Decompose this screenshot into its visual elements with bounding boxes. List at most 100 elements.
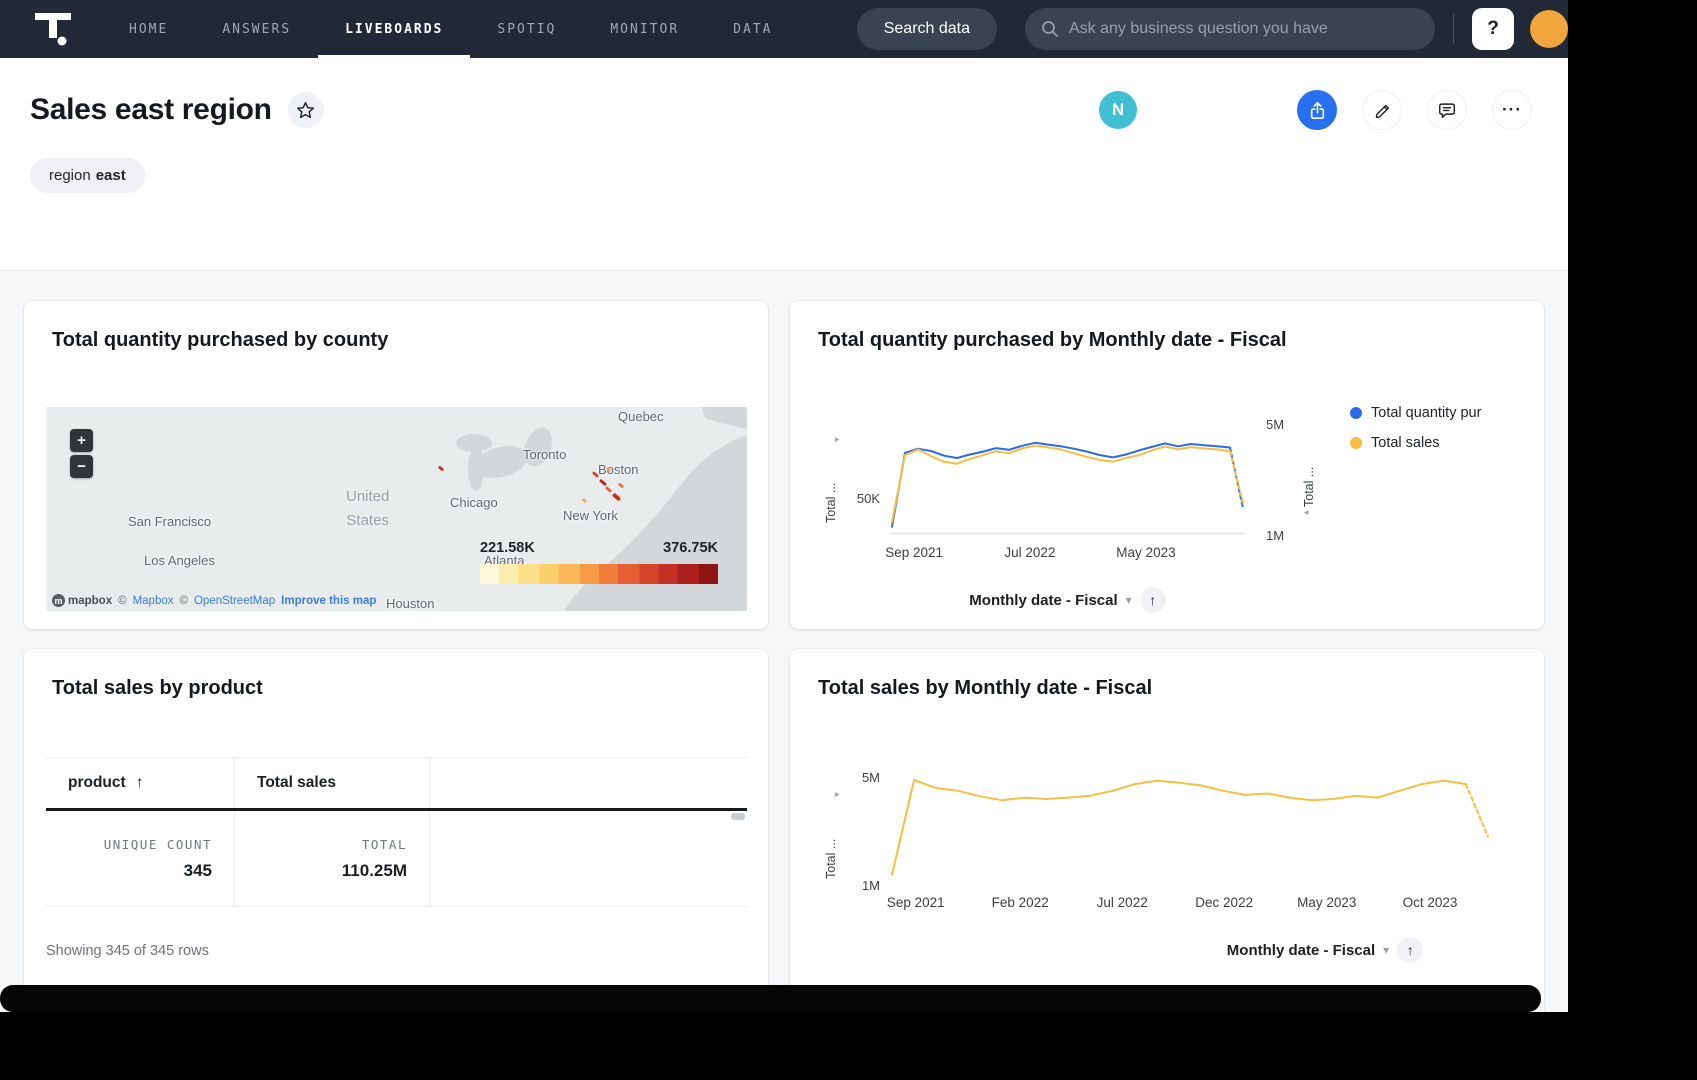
copyright: © — [180, 595, 188, 607]
filter-chip-region[interactable]: region east — [30, 158, 145, 193]
x-axis-tick: Oct 2023 — [1403, 895, 1458, 910]
map-zoom-out-button[interactable]: − — [70, 455, 93, 478]
horizontal-scrollbar-thumb[interactable] — [731, 813, 745, 820]
mapbox-logo[interactable]: m mapbox — [52, 594, 112, 607]
bottom-bar — [0, 985, 1541, 1012]
legend-item[interactable]: Total quantity pur — [1350, 405, 1481, 421]
card-map-quantity-by-county: Total quantity purchased by county Quebe… — [24, 301, 768, 629]
map-canvas[interactable]: QuebecTorontoBostonChicagoNew YorkSan Fr… — [46, 407, 747, 611]
nav-item-monitor[interactable]: MONITOR — [583, 0, 706, 58]
screen: HOMEANSWERSLIVEBOARDSSPOTIQMONITORDATA S… — [0, 0, 1697, 1080]
sort-direction-button[interactable]: ↑ — [1140, 587, 1166, 613]
left-axis-title[interactable]: Total ... — [824, 807, 838, 879]
nav-item-spotiq[interactable]: SPOTIQ — [470, 0, 583, 58]
more-options-button[interactable]: ··· — [1492, 90, 1532, 130]
ask-question-box[interactable] — [1025, 8, 1435, 50]
x-axis-tick: Feb 2022 — [992, 895, 1049, 910]
map-attribution: m mapbox © Mapbox © OpenStreetMap Improv… — [52, 594, 376, 607]
collaborator-avatar[interactable]: N — [1099, 91, 1137, 129]
map-zoom-in-button[interactable]: + — [70, 429, 93, 452]
liveboard-grid: Total quantity purchased by county Quebe… — [0, 270, 1568, 1012]
edit-button[interactable] — [1362, 90, 1402, 130]
card-title: Total sales by product — [52, 677, 263, 700]
right-axis-tick-top: 5M — [1266, 417, 1284, 432]
nav-menu: HOMEANSWERSLIVEBOARDSSPOTIQMONITORDATA — [102, 0, 799, 58]
search-icon — [1041, 20, 1059, 38]
comment-icon — [1437, 100, 1457, 120]
chevron-down-icon[interactable]: ▾ — [1126, 593, 1132, 607]
app-window: HOMEANSWERSLIVEBOARDSSPOTIQMONITORDATA S… — [0, 0, 1568, 1012]
left-axis-title[interactable]: Total ... — [824, 451, 838, 523]
summary-label-unique-count: UNIQUE COUNT — [104, 837, 212, 852]
star-icon — [296, 101, 315, 120]
x-axis-tick: Dec 2022 — [1195, 895, 1253, 910]
chevron-down-icon[interactable]: ▾ — [1383, 943, 1389, 957]
thoughtspot-logo-icon — [31, 10, 75, 48]
nav-right: Search data ? — [857, 0, 1568, 58]
map-color-scale — [480, 564, 718, 584]
share-icon — [1307, 100, 1328, 121]
x-axis-tick: Jul 2022 — [1097, 895, 1148, 910]
improve-map-link[interactable]: Improve this map — [281, 595, 376, 607]
x-axis-label[interactable]: Monthly date - Fiscal — [1227, 942, 1375, 959]
chart-legend: Total quantity pur Total sales — [1350, 405, 1481, 451]
right-axis-title[interactable]: Total ... — [1302, 441, 1316, 507]
filter-chip-value: east — [96, 167, 126, 184]
map-city-label: Los Angeles — [144, 553, 215, 568]
sales-line-chart[interactable] — [890, 763, 1490, 889]
x-axis-ticks: Sep 2021 Feb 2022 Jul 2022 Dec 2022 May 2023… — [890, 895, 1490, 913]
x-axis-tick: May 2023 — [1297, 895, 1356, 910]
column-header-product[interactable]: product ↑ — [46, 758, 235, 808]
header-actions: N — [1099, 90, 1532, 130]
card-quantity-by-month: Total quantity purchased by Monthly date… — [790, 301, 1544, 629]
left-axis-tick: 50K — [846, 491, 880, 506]
x-axis-label-row: Monthly date - Fiscal ▾ ↑ — [890, 587, 1245, 613]
map-country-label: United States — [346, 485, 389, 533]
mapbox-link[interactable]: Mapbox — [133, 595, 174, 607]
table-summary-row: UNIQUE COUNT 345 TOTAL 110.25M — [46, 811, 747, 907]
openstreetmap-link[interactable]: OpenStreetMap — [194, 595, 275, 607]
x-axis-tick: May 2023 — [1116, 545, 1175, 560]
copyright: © — [118, 595, 126, 607]
sort-direction-button[interactable]: ↑ — [1397, 937, 1423, 963]
legend-item[interactable]: Total sales — [1350, 435, 1481, 451]
map-city-label: Toronto — [523, 447, 566, 462]
x-axis-label-row: Monthly date - Fiscal ▾ ↑ — [1025, 937, 1544, 963]
map-city-label: San Francisco — [128, 514, 211, 529]
quantity-line-chart[interactable] — [890, 423, 1245, 535]
nav-item-answers[interactable]: ANSWERS — [195, 0, 318, 58]
left-axis-expand-icon[interactable]: ▸ — [835, 434, 840, 445]
map-city-label: New York — [563, 508, 618, 523]
summary-value-total: 110.25M — [342, 861, 407, 881]
favorite-button[interactable] — [288, 92, 324, 128]
search-data-button[interactable]: Search data — [857, 8, 997, 50]
nav-item-data[interactable]: DATA — [706, 0, 799, 58]
nav-item-home[interactable]: HOME — [102, 0, 195, 58]
sort-ascending-icon[interactable]: ↑ — [136, 774, 144, 792]
right-axis-expand-icon[interactable]: ◂ — [1304, 507, 1309, 518]
x-axis-ticks: Sep 2021Jul 2022May 2023 — [890, 545, 1245, 563]
ask-question-input[interactable] — [1069, 20, 1419, 38]
liveboard-header: Sales east region N — [0, 58, 1568, 270]
thoughtspot-logo[interactable] — [18, 0, 88, 58]
left-axis-tick-top: 5M — [846, 770, 880, 785]
summary-value-unique-count: 345 — [184, 861, 212, 881]
share-button[interactable] — [1297, 90, 1337, 130]
nav-divider — [1453, 14, 1454, 44]
x-axis-label[interactable]: Monthly date - Fiscal — [969, 592, 1117, 609]
card-title: Total sales by Monthly date - Fiscal — [818, 677, 1152, 700]
column-header-total-sales[interactable]: Total sales — [235, 758, 430, 808]
help-button[interactable]: ? — [1472, 8, 1514, 50]
page-title: Sales east region — [30, 93, 272, 127]
summary-label-total: TOTAL — [362, 837, 407, 852]
nav-item-liveboards[interactable]: LIVEBOARDS — [318, 0, 470, 58]
user-avatar[interactable] — [1530, 10, 1568, 48]
left-axis-tick-bottom: 1M — [846, 878, 880, 893]
card-title: Total quantity purchased by county — [52, 329, 388, 352]
comment-button[interactable] — [1427, 90, 1467, 130]
card-title: Total quantity purchased by Monthly date… — [818, 329, 1287, 352]
x-axis-tick: Jul 2022 — [1004, 545, 1055, 560]
map-city-label: Boston — [598, 462, 638, 477]
x-axis-tick: Sep 2021 — [887, 895, 945, 910]
left-axis-expand-icon[interactable]: ▸ — [835, 789, 840, 800]
